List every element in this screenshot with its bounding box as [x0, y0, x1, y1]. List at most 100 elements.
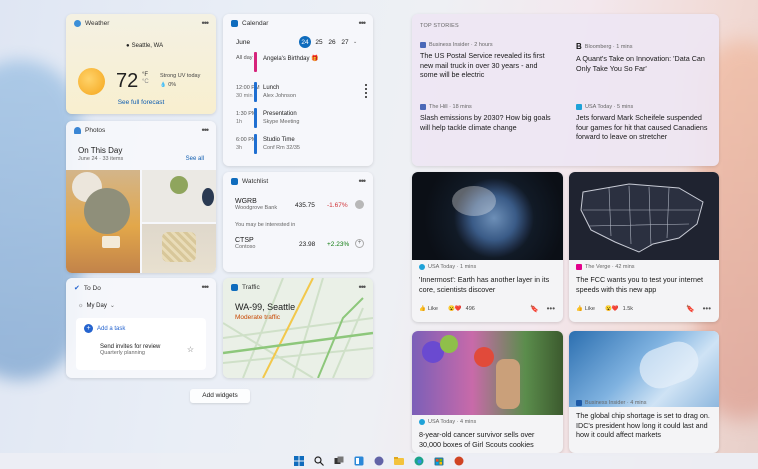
more-options-icon[interactable]: ••• — [359, 282, 367, 292]
more-options-icon[interactable]: ••• — [202, 18, 210, 28]
event-time: All day — [236, 55, 253, 61]
more-options-icon[interactable]: ••• — [202, 282, 210, 292]
watchlist-widget[interactable]: Watchlist ••• WGRB Woodgrove Bank 435.75… — [223, 172, 373, 272]
news-source: B Bloomberg · 1 mins — [576, 42, 633, 51]
event-subtitle: Alex Johnson — [263, 93, 297, 99]
top-story[interactable]: Business Insider · 2 hours The US Postal … — [420, 42, 556, 80]
check-icon[interactable] — [355, 200, 364, 209]
unit-c[interactable]: °C — [142, 79, 149, 86]
see-all-link[interactable]: See all — [186, 156, 204, 162]
calendar-icon — [231, 20, 238, 27]
unit-f[interactable]: °F — [142, 72, 149, 79]
calendar-month: June — [236, 39, 251, 46]
edge-icon[interactable] — [414, 456, 425, 467]
taskbar — [0, 453, 758, 469]
section-label: TOP STORIES — [420, 23, 459, 29]
chair-shape — [162, 232, 196, 262]
weather-widget[interactable]: Weather ••• ● Seattle, WA 72 °F °C Strong … — [66, 14, 216, 114]
location-icon: ● — [126, 43, 130, 49]
top-story[interactable]: USA Today · 5 mins Jets forward Mark Sche… — [576, 104, 712, 142]
event-bar — [254, 108, 257, 128]
full-forecast-link[interactable]: See full forecast — [66, 99, 216, 106]
chat-icon[interactable] — [374, 456, 385, 467]
photos-widget[interactable]: Photos ••• On This Day June 24 · 33 item… — [66, 121, 216, 273]
photo-main[interactable] — [66, 170, 140, 273]
add-task-button[interactable]: + Add a task — [84, 324, 125, 333]
news-card[interactable]: The Verge · 42 mins The FCC wants you to… — [569, 172, 719, 322]
news-source: The Hill · 18 mins — [420, 104, 556, 110]
stock-price: 23.98 — [299, 241, 316, 248]
like-button[interactable]: 👍 Like — [576, 306, 595, 312]
calendar-event[interactable]: All day Angela's Birthday 🎁 — [236, 52, 361, 74]
stock-row[interactable]: CTSP Contoso 23.98 +2.23% + — [235, 237, 364, 250]
widget-title: Calendar — [242, 20, 269, 27]
bowl-shape — [84, 188, 130, 234]
more-options-icon[interactable]: ••• — [359, 176, 367, 186]
source-icon — [419, 419, 425, 425]
news-card[interactable]: Business Insider · 4 mins The global chi… — [569, 331, 719, 453]
save-icon[interactable]: 🔖 — [530, 305, 539, 313]
day[interactable]: 27 — [340, 39, 350, 46]
sun-icon: ☼ — [78, 302, 84, 309]
widget-title: Watchlist — [242, 178, 269, 185]
more-options-icon[interactable]: ••• — [202, 125, 210, 135]
add-icon[interactable]: + — [355, 239, 364, 248]
news-headline: A Quant's Take on Innovation: 'Data Can … — [576, 54, 705, 73]
us-map-image — [569, 172, 719, 260]
widget-title: Weather — [85, 20, 110, 27]
news-headline[interactable]: 'Innermost': Earth has another layer in … — [419, 275, 557, 294]
file-explorer-icon[interactable] — [394, 456, 405, 467]
traffic-place: WA-99, Seattle — [235, 302, 296, 312]
day[interactable]: 26 — [327, 39, 337, 46]
event-subtitle: Skype Meeting — [263, 119, 300, 125]
earth-image — [412, 172, 563, 260]
task-view-icon[interactable] — [334, 456, 345, 467]
more-options-icon[interactable]: ••• — [359, 18, 367, 28]
save-icon[interactable]: 🔖 — [686, 305, 695, 313]
calendar-event[interactable]: 1:30 PM 1h Presentation Skype Meeting — [236, 108, 361, 130]
event-bar — [254, 52, 257, 72]
news-headline[interactable]: 8-year-old cancer survivor sells over 30… — [419, 430, 557, 450]
calendar-event[interactable]: 6:00 PM 3h Studio Time Conf Rm 32/35 — [236, 134, 361, 156]
widgets-icon[interactable] — [354, 456, 365, 467]
traffic-widget[interactable]: Traffic ••• WA-99, Seattle Moderate traf… — [223, 278, 373, 378]
stock-row[interactable]: WGRB Woodgrove Bank 435.75 -1.67% — [235, 198, 364, 211]
powerpoint-icon[interactable] — [454, 456, 465, 467]
store-icon[interactable] — [434, 456, 445, 467]
scroll-indicator[interactable] — [365, 84, 367, 98]
day-selected[interactable]: 24 — [299, 36, 311, 48]
source-icon: B — [576, 42, 582, 51]
more-options-icon[interactable]: ••• — [703, 304, 711, 313]
star-icon[interactable]: ☆ — [187, 345, 194, 354]
event-title: Studio Time — [263, 137, 295, 143]
traffic-status: Moderate traffic — [235, 314, 281, 321]
list-selector[interactable]: ☼ My Day ⌄ — [78, 302, 115, 310]
calendar-widget[interactable]: Calendar ••• June 24 25 26 27 ⌄ All day A… — [223, 14, 373, 166]
widget-title: To Do — [83, 284, 101, 292]
news-headline[interactable]: The global chip shortage is set to drag … — [576, 411, 714, 451]
top-story[interactable]: B Bloomberg · 1 mins A Quant's Take on Inn… — [576, 42, 712, 73]
photo-chair[interactable] — [142, 224, 216, 273]
photos-heading: On This Day — [78, 146, 123, 155]
photo-plant[interactable] — [142, 170, 216, 222]
start-icon[interactable] — [294, 456, 305, 467]
cup-shape — [102, 236, 120, 248]
search-icon[interactable] — [314, 456, 325, 467]
traffic-map[interactable] — [223, 278, 373, 378]
chevron-down-icon[interactable]: ⌄ — [353, 39, 357, 45]
add-widgets-button[interactable]: Add widgets — [190, 389, 250, 403]
weather-condition: Strong UV today — [160, 73, 201, 79]
like-button[interactable]: 👍 Like — [419, 306, 438, 312]
task-item[interactable]: Send invites for review Quarterly planni… — [100, 344, 200, 356]
news-card[interactable]: USA Today · 1 mins 'Innermost': Earth ha… — [412, 172, 563, 322]
top-stories-panel: TOP STORIES Business Insider · 2 hours Th… — [412, 14, 719, 166]
event-title: Lunch — [263, 85, 280, 91]
todo-widget[interactable]: ✔ To Do ••• ☼ My Day ⌄ + Add a task Send in… — [66, 278, 216, 378]
news-headline[interactable]: The FCC wants you to test your internet … — [576, 275, 714, 294]
news-source: The Verge · 42 mins — [576, 264, 635, 270]
calendar-event[interactable]: 12:00 PM 30 min Lunch Alex Johnson — [236, 82, 361, 104]
top-story[interactable]: The Hill · 18 mins Slash emissions by 203… — [420, 104, 556, 132]
day[interactable]: 25 — [314, 39, 324, 46]
news-card[interactable]: USA Today · 4 mins 8-year-old cancer sur… — [412, 331, 563, 453]
more-options-icon[interactable]: ••• — [547, 304, 555, 313]
